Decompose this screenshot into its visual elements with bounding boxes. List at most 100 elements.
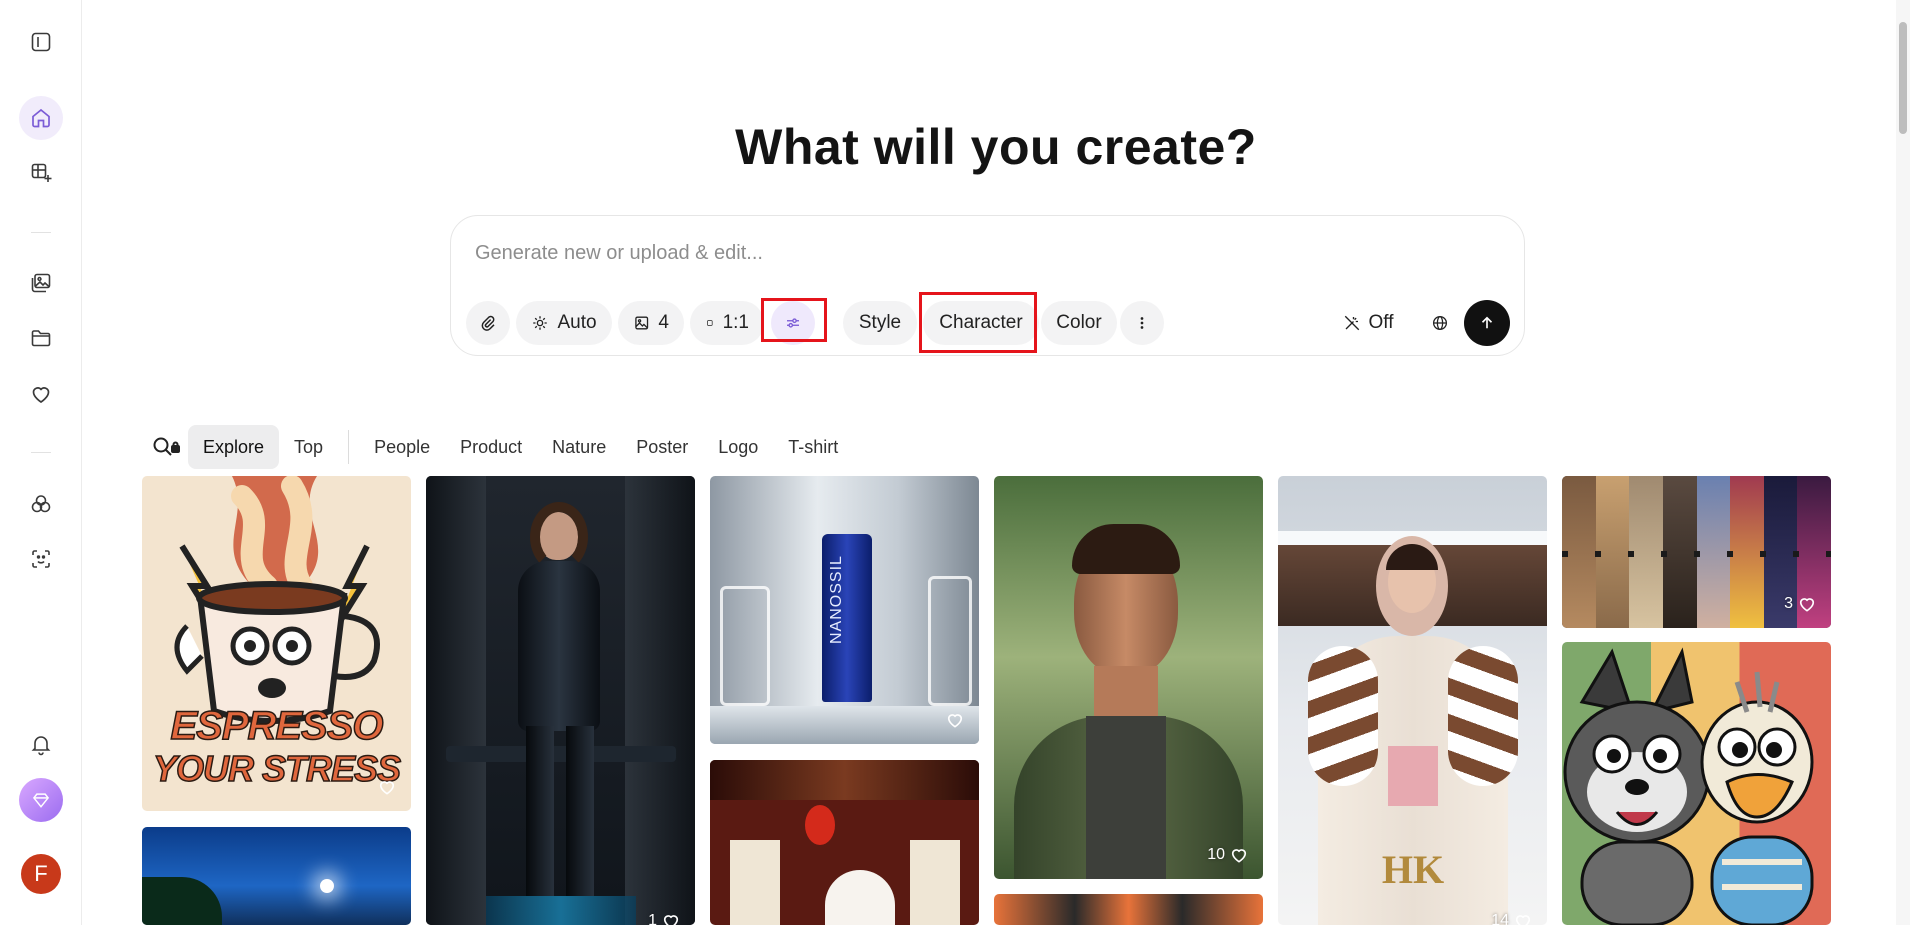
- sidebar-panel-icon: [31, 32, 51, 52]
- nav-models-button[interactable]: [19, 482, 63, 526]
- glass-left: [720, 586, 770, 706]
- heart-outline-icon: [1515, 915, 1531, 925]
- bell-icon: [31, 736, 51, 756]
- poster-text-line1: ESPRESSO: [170, 703, 385, 749]
- moon-illustration: [320, 879, 334, 893]
- gallery-card-cartoon-animals[interactable]: [1562, 642, 1831, 925]
- like-button[interactable]: [377, 777, 397, 797]
- like-count: 14: [1491, 912, 1509, 925]
- tab-poster[interactable]: Poster: [621, 425, 703, 469]
- poster-text-line2: YOUR STRESS: [152, 747, 402, 790]
- style-label: Style: [858, 312, 902, 333]
- attach-button[interactable]: [466, 301, 510, 345]
- aspect-ratio-button[interactable]: 1:1: [690, 301, 764, 345]
- gallery-card-night-sky[interactable]: [142, 827, 411, 925]
- nav-create-button[interactable]: [19, 151, 63, 195]
- globe-icon: [1432, 315, 1448, 331]
- reflective-surface: [710, 706, 979, 744]
- tab-nature[interactable]: Nature: [537, 425, 621, 469]
- like-button[interactable]: 14: [1491, 911, 1533, 925]
- gallery-card-smileys[interactable]: 3: [1562, 476, 1831, 628]
- color-button[interactable]: Color: [1041, 301, 1117, 345]
- sidebar: F: [0, 0, 82, 925]
- like-button[interactable]: 3: [1784, 594, 1817, 614]
- curtain-right: [625, 476, 695, 925]
- like-button[interactable]: 1: [648, 911, 681, 925]
- tube-illustration: NANOSSIL: [822, 534, 872, 702]
- images-icon: [31, 273, 51, 293]
- submit-button[interactable]: [1464, 300, 1510, 346]
- temple-beam: [710, 760, 979, 800]
- tab-people[interactable]: People: [359, 425, 445, 469]
- lantern-illustration: [805, 805, 835, 845]
- paperclip-icon: [481, 315, 495, 331]
- style-button[interactable]: Style: [843, 301, 917, 345]
- language-button[interactable]: [1418, 301, 1462, 345]
- arrow-up-icon: [1481, 316, 1493, 329]
- more-options-button[interactable]: [1120, 301, 1164, 345]
- square-icon: [707, 320, 713, 326]
- category-tabs: Explore Top People Product Nature Poster…: [150, 424, 853, 470]
- prompt-box: Auto 4 1:1 Style Character Color Off: [450, 215, 1525, 356]
- grid-plus-icon: [31, 163, 52, 182]
- prompt-input[interactable]: [475, 238, 1475, 268]
- nav-likes-button[interactable]: [19, 372, 63, 416]
- tab-product[interactable]: Product: [445, 425, 537, 469]
- tab-explore[interactable]: Explore: [188, 425, 280, 469]
- notifications-button[interactable]: [19, 722, 63, 766]
- image-count-button[interactable]: 4: [618, 301, 684, 345]
- diamond-icon: [32, 793, 50, 808]
- nav-folders-button[interactable]: [19, 316, 63, 360]
- like-count: 3: [1784, 595, 1793, 612]
- gallery-card-kimono-woman[interactable]: HK 14: [1278, 476, 1547, 925]
- user-avatar[interactable]: F: [21, 854, 61, 894]
- tab-top[interactable]: Top: [279, 425, 338, 469]
- figure-leg-left: [526, 726, 554, 896]
- tree-silhouette: [142, 877, 222, 925]
- gallery-card-product-tube[interactable]: NANOSSIL: [710, 476, 979, 744]
- magic-label: Off: [1368, 312, 1394, 333]
- magic-prompt-toggle[interactable]: Off: [1331, 301, 1405, 345]
- table-illustration: [446, 746, 676, 762]
- nav-home-button[interactable]: [19, 96, 63, 140]
- like-button[interactable]: 10: [1207, 845, 1249, 865]
- tube-brand-text: NANOSSIL: [828, 555, 845, 644]
- glass-right: [928, 576, 972, 706]
- heart-icon: [32, 387, 50, 403]
- scrollbar-thumb[interactable]: [1899, 22, 1907, 134]
- portrait-hair: [1072, 524, 1180, 574]
- model-auto-button[interactable]: Auto: [516, 301, 612, 345]
- fur-collar-right: [1448, 646, 1518, 786]
- highlight-character: [919, 292, 1037, 353]
- heart-outline-icon: [1799, 598, 1815, 612]
- page-scrollbar[interactable]: [1896, 0, 1910, 925]
- figure-body: [518, 561, 600, 731]
- home-icon: [32, 108, 50, 128]
- upgrade-button[interactable]: [19, 778, 63, 822]
- count-label: 4: [658, 312, 669, 333]
- circles-icon: [31, 495, 51, 513]
- sidebar-divider: [31, 232, 51, 233]
- like-button[interactable]: [945, 710, 965, 730]
- tab-logo[interactable]: Logo: [703, 425, 773, 469]
- gallery-card-man-portrait[interactable]: 10: [994, 476, 1263, 879]
- gallery-card-sunburst[interactable]: [994, 894, 1263, 925]
- like-count: 1: [648, 912, 657, 925]
- search-button[interactable]: [150, 435, 188, 459]
- nav-images-button[interactable]: [19, 261, 63, 305]
- gallery-card-espresso[interactable]: ESPRESSO YOUR STRESS: [142, 476, 411, 811]
- gallery-card-temple-interior[interactable]: [710, 760, 979, 925]
- tab-tshirt[interactable]: T-shirt: [773, 425, 853, 469]
- gallery-card-leather-woman[interactable]: 1: [426, 476, 695, 925]
- scroll-right: [910, 840, 960, 925]
- more-vertical-icon: [1140, 317, 1144, 329]
- nav-face-button[interactable]: [19, 537, 63, 581]
- heart-outline-icon: [379, 781, 395, 795]
- toggle-sidebar-button[interactable]: [19, 20, 63, 64]
- fur-collar-left: [1308, 646, 1378, 786]
- cartoon-animals-illustration: [1563, 647, 1814, 925]
- logo-mark: HK: [1381, 847, 1445, 892]
- auto-label: Auto: [557, 312, 597, 333]
- sidebar-divider: [31, 452, 51, 453]
- folder-icon: [31, 330, 51, 347]
